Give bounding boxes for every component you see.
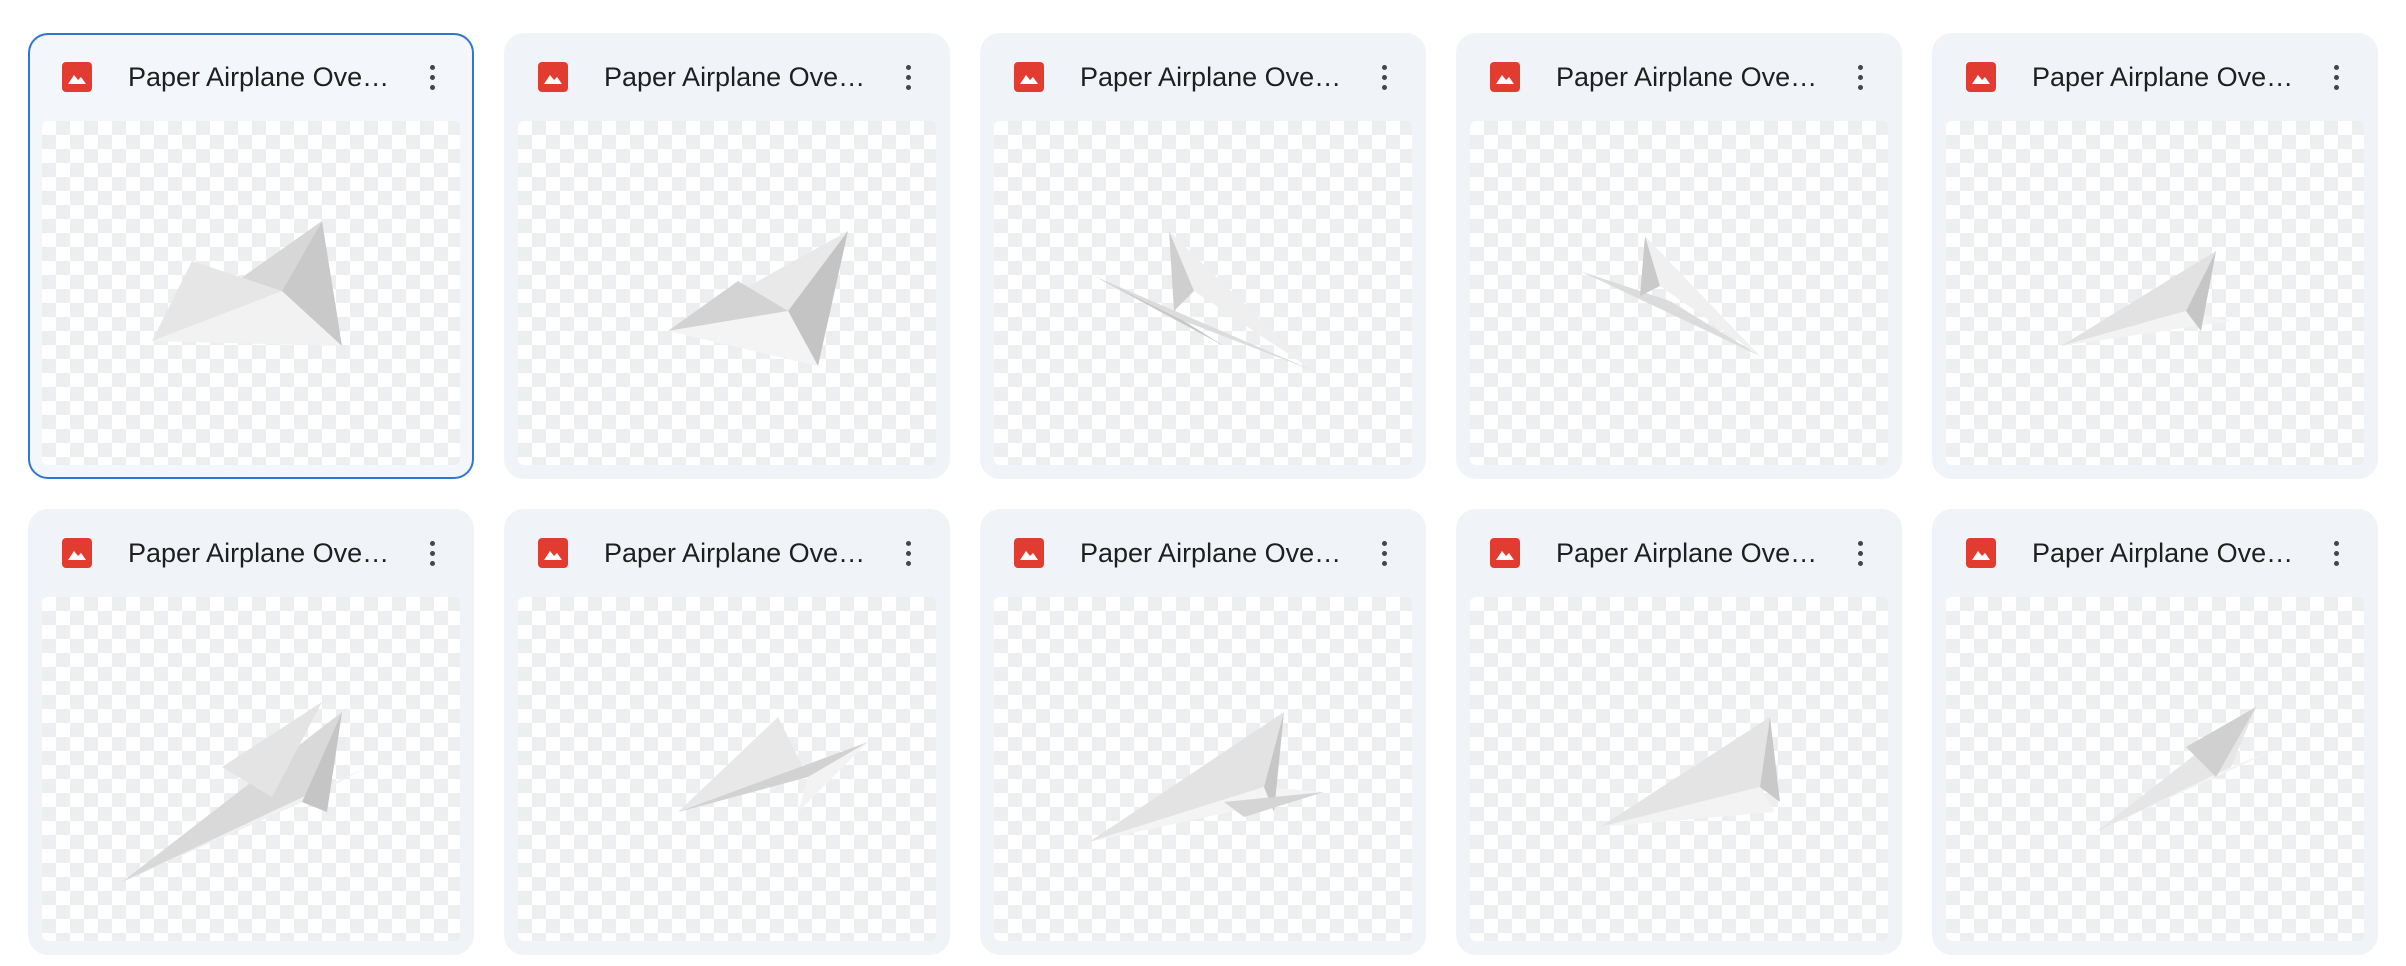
file-name[interactable]: Paper Airplane Overhead 3.png bbox=[1080, 60, 1350, 94]
image-file-icon bbox=[1966, 538, 1996, 568]
file-name[interactable]: Paper Airplane Overhead 9.png bbox=[1556, 536, 1826, 570]
file-card[interactable]: Paper Airplane Overhead 10.png bbox=[1932, 509, 2378, 955]
paper-airplane-image bbox=[1089, 712, 1324, 842]
more-vert-icon[interactable] bbox=[2316, 55, 2356, 99]
more-vert-icon[interactable] bbox=[412, 55, 452, 99]
image-thumbnail[interactable] bbox=[42, 597, 460, 941]
file-name[interactable]: Paper Airplane Overhead 8.png bbox=[1080, 536, 1350, 570]
card-header: Paper Airplane Overhead 6.png bbox=[28, 509, 474, 595]
file-name[interactable]: Paper Airplane Overhead 6.png bbox=[128, 536, 398, 570]
image-file-icon bbox=[1966, 62, 1996, 92]
card-header: Paper Airplane Overhead 10.png bbox=[1932, 509, 2378, 595]
card-header: Paper Airplane Overhead 4.png bbox=[1456, 33, 1902, 119]
card-header: Paper Airplane Overhead 9.png bbox=[1456, 509, 1902, 595]
more-vert-icon[interactable] bbox=[2316, 531, 2356, 575]
image-file-icon bbox=[1490, 62, 1520, 92]
file-card[interactable]: Paper Airplane Overhead 7.png bbox=[504, 509, 950, 955]
file-name[interactable]: Paper Airplane Overhead 7.png bbox=[604, 536, 874, 570]
image-thumbnail[interactable] bbox=[518, 121, 936, 465]
paper-airplane-image bbox=[1580, 236, 1760, 356]
file-name[interactable]: Paper Airplane Overhead 5.png bbox=[2032, 60, 2302, 94]
more-vert-icon[interactable] bbox=[1364, 55, 1404, 99]
image-file-icon bbox=[1014, 538, 1044, 568]
image-file-icon bbox=[62, 538, 92, 568]
card-header: Paper Airplane Overhead 5.png bbox=[1932, 33, 2378, 119]
file-grid: Paper Airplane Overhead 1.png Paper Airp… bbox=[28, 33, 2378, 955]
card-header: Paper Airplane Overhead 3.png bbox=[980, 33, 1426, 119]
more-vert-icon[interactable] bbox=[1840, 55, 1880, 99]
more-vert-icon[interactable] bbox=[412, 531, 452, 575]
more-vert-icon[interactable] bbox=[1840, 531, 1880, 575]
file-name[interactable]: Paper Airplane Overhead 2.png bbox=[604, 60, 874, 94]
image-thumbnail[interactable] bbox=[994, 121, 1412, 465]
card-header: Paper Airplane Overhead 2.png bbox=[504, 33, 950, 119]
image-file-icon bbox=[1014, 62, 1044, 92]
paper-airplane-image bbox=[668, 231, 848, 366]
paper-airplane-image bbox=[1600, 717, 1780, 827]
file-card[interactable]: Paper Airplane Overhead 1.png bbox=[28, 33, 474, 479]
image-file-icon bbox=[538, 62, 568, 92]
image-thumbnail[interactable] bbox=[1470, 597, 1888, 941]
file-name[interactable]: Paper Airplane Overhead 4.png bbox=[1556, 60, 1826, 94]
image-file-icon bbox=[1490, 538, 1520, 568]
file-card[interactable]: Paper Airplane Overhead 8.png bbox=[980, 509, 1426, 955]
image-thumbnail[interactable] bbox=[518, 597, 936, 941]
image-thumbnail[interactable] bbox=[1946, 597, 2364, 941]
paper-airplane-image bbox=[1094, 231, 1314, 371]
paper-airplane-image bbox=[678, 717, 868, 812]
file-name[interactable]: Paper Airplane Overhead 10.png bbox=[2032, 536, 2302, 570]
image-file-icon bbox=[538, 538, 568, 568]
card-header: Paper Airplane Overhead 8.png bbox=[980, 509, 1426, 595]
file-card[interactable]: Paper Airplane Overhead 5.png bbox=[1932, 33, 2378, 479]
paper-airplane-image bbox=[152, 221, 342, 346]
paper-airplane-image bbox=[122, 702, 367, 882]
file-card[interactable]: Paper Airplane Overhead 4.png bbox=[1456, 33, 1902, 479]
card-header: Paper Airplane Overhead 7.png bbox=[504, 509, 950, 595]
file-card[interactable]: Paper Airplane Overhead 9.png bbox=[1456, 509, 1902, 955]
file-card[interactable]: Paper Airplane Overhead 2.png bbox=[504, 33, 950, 479]
more-vert-icon[interactable] bbox=[888, 531, 928, 575]
more-vert-icon[interactable] bbox=[888, 55, 928, 99]
image-thumbnail[interactable] bbox=[1470, 121, 1888, 465]
image-thumbnail[interactable] bbox=[1946, 121, 2364, 465]
card-header: Paper Airplane Overhead 1.png bbox=[30, 35, 472, 121]
paper-airplane-image bbox=[2061, 251, 2231, 346]
file-card[interactable]: Paper Airplane Overhead 6.png bbox=[28, 509, 474, 955]
image-thumbnail[interactable] bbox=[994, 597, 1412, 941]
more-vert-icon[interactable] bbox=[1364, 531, 1404, 575]
file-name[interactable]: Paper Airplane Overhead 1.png bbox=[128, 60, 398, 94]
file-card[interactable]: Paper Airplane Overhead 3.png bbox=[980, 33, 1426, 479]
image-thumbnail[interactable] bbox=[42, 121, 460, 465]
image-file-icon bbox=[62, 62, 92, 92]
paper-airplane-image bbox=[2096, 707, 2281, 832]
